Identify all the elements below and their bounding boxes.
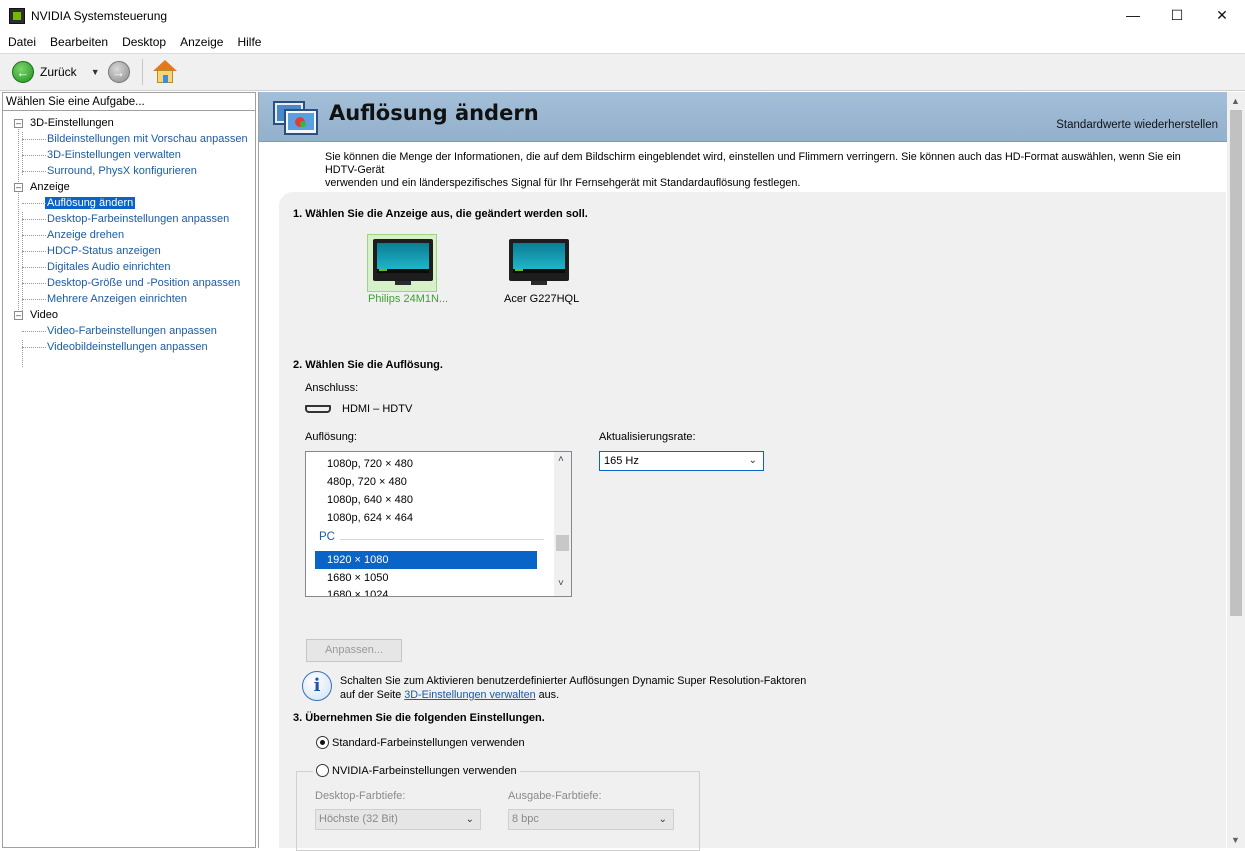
list-item[interactable]: 1080p, 624 × 464 [327,509,413,527]
title-bar: NVIDIA Systemsteuerung — ☐ ✕ [0,0,1245,32]
back-arrow-icon[interactable]: ← [12,61,34,83]
list-item[interactable]: 1680 × 1024 [327,587,388,596]
task-pane: Wählen Sie eine Aufgabe... –3D-Einstellu… [2,92,256,848]
toolbar-separator [141,59,143,85]
maximize-button[interactable]: ☐ [1154,0,1200,30]
vertical-scrollbar[interactable]: ▲ ▼ [1227,92,1245,848]
list-group-pc: PC [319,531,335,543]
tree-item-surround-physx[interactable]: Surround, PhysX konfigurieren [3,163,255,179]
page-description: Sie können die Menge der Informationen, … [325,151,1181,189]
list-item[interactable]: 1080p, 640 × 480 [327,491,413,509]
step3-heading: 3. Übernehmen Sie die folgenden Einstell… [293,712,545,724]
list-item[interactable]: 480p, 720 × 480 [327,473,407,491]
tree-item-desktop-farbe[interactable]: Desktop-Farbeinstellungen anpassen [3,211,255,227]
scroll-up-icon[interactable]: ▲ [1231,96,1240,106]
tree-item-bildeinstellungen[interactable]: Bildeinstellungen mit Vorschau anpassen [3,131,255,147]
list-item[interactable]: 1680 × 1050 [327,569,388,587]
radio-unselected-icon [316,764,329,777]
step2-heading: 2. Wählen Sie die Auflösung. [293,359,443,371]
back-dropdown-icon[interactable]: ▼ [91,67,100,77]
resolution-list[interactable]: 1080p, 720 × 480 480p, 720 × 480 1080p, … [305,451,572,597]
info-text: Schalten Sie zum Aktivieren benutzerdefi… [340,675,807,701]
scrollbar-thumb[interactable] [1230,110,1242,616]
monitor-icon [509,239,569,285]
page-title: Auflösung ändern [329,101,539,125]
forward-arrow-icon[interactable]: → [107,61,130,83]
manage-3d-settings-link[interactable]: 3D-Einstellungen verwalten [404,689,535,701]
display-acer[interactable]: Acer G227HQL [504,239,579,305]
connector-value: HDMI – HDTV [342,403,413,415]
tree-item-video-farbe[interactable]: Video-Farbeinstellungen anpassen [3,323,255,339]
list-scrollbar-thumb[interactable] [556,535,569,551]
output-depth-select[interactable]: 8 bpc ⌄ [508,809,674,830]
tree-item-desktop-groesse[interactable]: Desktop-Größe und -Position anpassen [3,275,255,291]
menu-bar: Datei Bearbeiten Desktop Anzeige Hilfe [0,32,1245,52]
display-settings-icon [273,101,318,135]
desktop-depth-label: Desktop-Farbtiefe: [315,790,406,802]
output-depth-label: Ausgabe-Farbtiefe: [508,790,602,802]
tree-item-anzeige-drehen[interactable]: Anzeige drehen [3,227,255,243]
restore-defaults-link[interactable]: Standardwerte wiederherstellen [1056,119,1218,131]
radio-default-colors[interactable]: Standard-Farbeinstellungen verwenden [316,736,525,749]
tree-category-anzeige[interactable]: – Anzeige [3,179,255,195]
menu-desktop[interactable]: Desktop [122,35,166,49]
scroll-down-icon[interactable]: ˅ [558,578,564,589]
refresh-rate-select[interactable]: 165 Hz ⌄ [599,451,764,471]
list-scrollbar[interactable]: ˄ ˅ [554,452,571,596]
tree-item-3d-verwalten[interactable]: 3D-Einstellungen verwalten [3,147,255,163]
tree-item-mehrere-anzeigen[interactable]: Mehrere Anzeigen einrichten [3,291,255,307]
toolbar: ← Zurück ▼ → [0,53,1245,91]
tree-category-video[interactable]: – Video [3,307,255,323]
chevron-down-icon: ⌄ [658,814,667,825]
hdmi-icon [305,405,331,413]
home-icon[interactable] [152,60,177,84]
collapse-icon[interactable]: – [14,311,23,320]
tree-item-aufloesung-aendern[interactable]: Auflösung ändern [3,195,255,211]
monitor-icon [373,239,433,285]
nvidia-app-icon [9,8,25,24]
collapse-icon[interactable]: – [14,183,23,192]
minimize-button[interactable]: — [1110,0,1156,30]
menu-anzeige[interactable]: Anzeige [180,35,223,49]
desktop-depth-select[interactable]: Höchste (32 Bit) ⌄ [315,809,481,830]
radio-selected-icon [316,736,329,749]
refresh-rate-label: Aktualisierungsrate: [599,431,696,443]
radio-nvidia-colors[interactable]: NVIDIA-Farbeinstellungen verwenden [313,764,520,777]
collapse-icon[interactable]: – [14,119,23,128]
menu-hilfe[interactable]: Hilfe [237,35,261,49]
menu-datei[interactable]: Datei [8,35,36,49]
tree-item-hdcp-status[interactable]: HDCP-Status anzeigen [3,243,255,259]
customize-button[interactable]: Anpassen... [306,639,402,662]
display-philips[interactable]: Philips 24M1N... [367,234,448,305]
task-pane-header: Wählen Sie eine Aufgabe... [3,93,255,111]
list-item[interactable]: 1080p, 720 × 480 [327,455,413,473]
back-button-label[interactable]: Zurück [40,65,77,79]
content-pane: Auflösung ändern Standardwerte wiederher… [258,92,1245,851]
scroll-down-icon[interactable]: ▼ [1231,835,1240,845]
close-button[interactable]: ✕ [1199,0,1245,30]
scroll-up-icon[interactable]: ˄ [558,454,564,465]
tree-item-digitales-audio[interactable]: Digitales Audio einrichten [3,259,255,275]
list-item-selected[interactable]: 1920 × 1080 [327,551,388,569]
tree-item-videobild[interactable]: Videobildeinstellungen anpassen [3,339,255,355]
page-banner: Auflösung ändern Standardwerte wiederher… [259,92,1228,142]
tree-category-3d[interactable]: –3D-Einstellungen [3,115,255,131]
chevron-down-icon: ⌄ [465,814,474,825]
step1-heading: 1. Wählen Sie die Anzeige aus, die geänd… [293,208,588,220]
window-title: NVIDIA Systemsteuerung [31,9,168,23]
resolution-label: Auflösung: [305,431,357,443]
menu-bearbeiten[interactable]: Bearbeiten [50,35,108,49]
info-icon: i [302,671,332,701]
chevron-down-icon: ⌄ [748,455,757,466]
task-tree: –3D-Einstellungen Bildeinstellungen mit … [3,111,255,367]
connector-label: Anschluss: [305,382,359,394]
